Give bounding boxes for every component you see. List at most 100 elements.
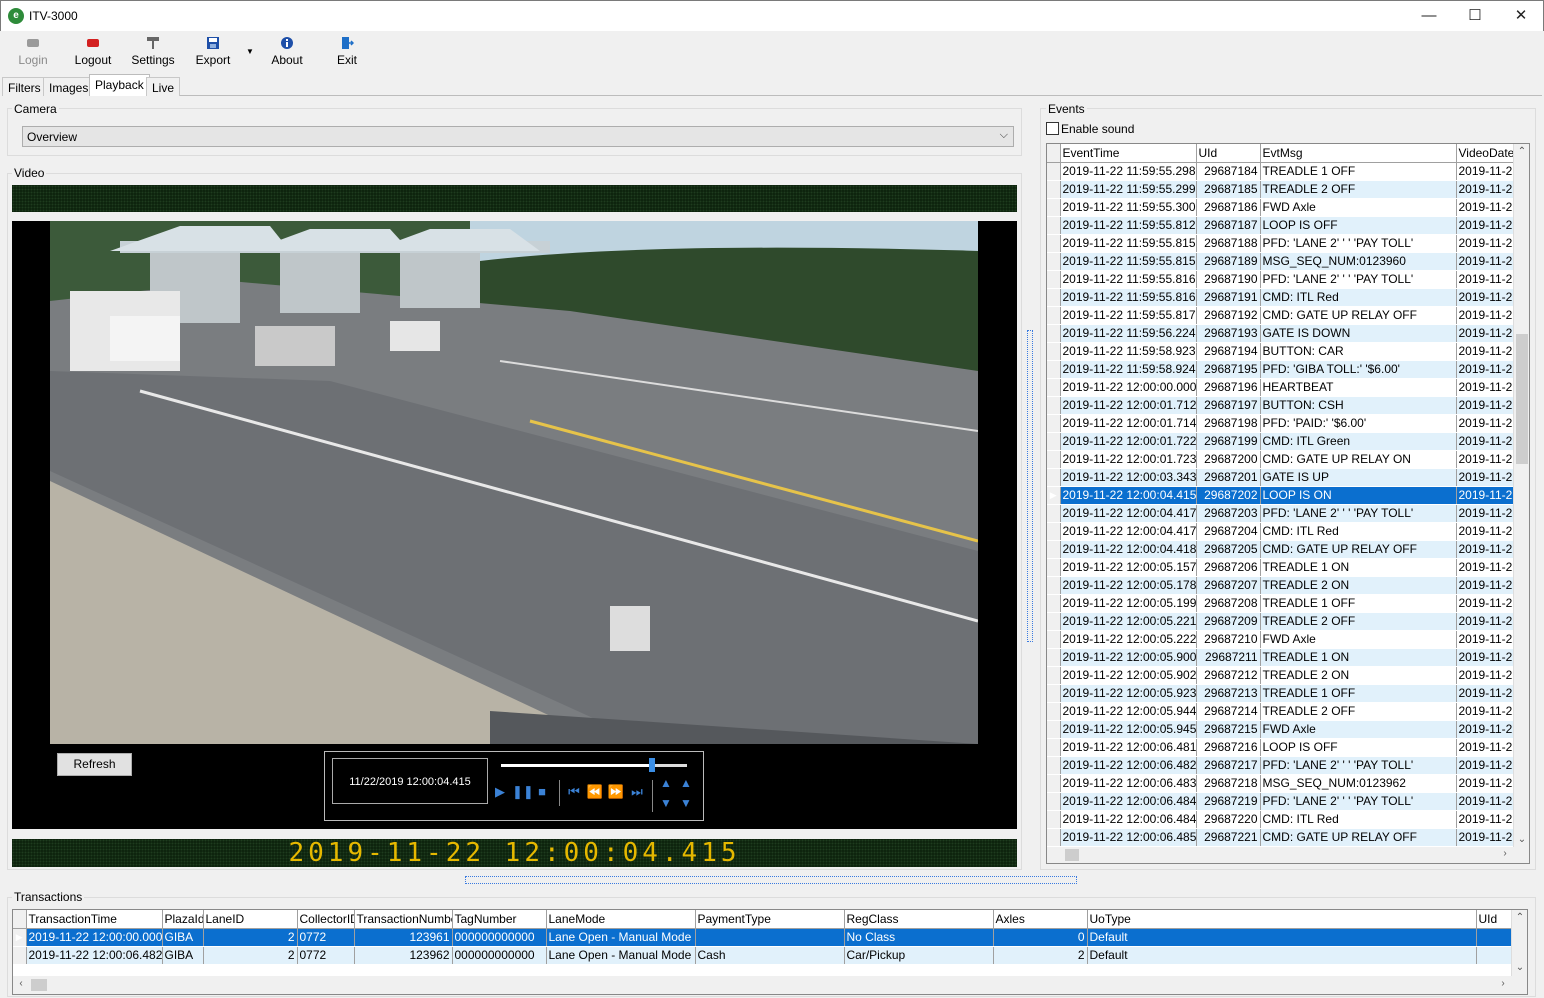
row-header[interactable] bbox=[13, 946, 27, 965]
row-header[interactable] bbox=[1047, 720, 1061, 739]
column-header-tagnumber[interactable]: TagNumber bbox=[452, 910, 547, 929]
row-header[interactable] bbox=[1047, 234, 1061, 253]
minimize-button[interactable]: — bbox=[1406, 1, 1452, 31]
event-row[interactable]: 2019-11-22 11:59:55.816 29687190 PFD: 'LAN… bbox=[1047, 270, 1529, 289]
event-row[interactable]: 2019-11-22 12:00:05.945 29687215 FWD Axle 2… bbox=[1047, 720, 1529, 739]
event-row[interactable]: 2019-11-22 12:00:06.484 29687220 CMD: ITL … bbox=[1047, 810, 1529, 829]
row-header[interactable] bbox=[1047, 756, 1061, 775]
scroll-right-icon[interactable]: › bbox=[1497, 848, 1513, 859]
row-header[interactable] bbox=[1047, 432, 1061, 451]
skip-start-icon[interactable]: ⏮ bbox=[565, 784, 583, 800]
transaction-row[interactable]: 2019-11-22 12:00:06.482 GIBA 2 0772 123962 00… bbox=[13, 946, 1514, 965]
exit-button[interactable]: Exit bbox=[330, 35, 364, 73]
close-button[interactable]: ✕ bbox=[1498, 1, 1544, 31]
skip-end-icon[interactable]: ⏭ bbox=[628, 784, 646, 800]
export-dropdown-icon[interactable]: ▼ bbox=[246, 47, 254, 56]
event-row[interactable]: 2019-11-22 11:59:55.815 29687189 MSG_SEQ_N… bbox=[1047, 252, 1529, 271]
tab-images[interactable]: Images bbox=[43, 77, 95, 96]
row-header[interactable] bbox=[1047, 324, 1061, 343]
event-row[interactable]: 2019-11-22 12:00:05.157 29687206 TREADLE 1… bbox=[1047, 558, 1529, 577]
row-header[interactable] bbox=[1047, 180, 1061, 199]
column-header-transactionnumber[interactable]: TransactionNumber bbox=[354, 910, 453, 929]
event-row[interactable]: 2019-11-22 12:00:06.481 29687216 LOOP IS O… bbox=[1047, 738, 1529, 757]
speed-down-icon[interactable]: ▼ bbox=[657, 796, 675, 810]
column-header-axles[interactable]: Axles bbox=[993, 910, 1088, 929]
row-header[interactable] bbox=[1047, 774, 1061, 793]
row-header[interactable] bbox=[1047, 738, 1061, 757]
column-header-uotype[interactable]: UoType bbox=[1087, 910, 1477, 929]
event-row[interactable]: 2019-11-22 12:00:05.923 29687213 TREADLE 1… bbox=[1047, 684, 1529, 703]
row-header[interactable] bbox=[1047, 414, 1061, 433]
h-scroll-thumb[interactable] bbox=[31, 979, 47, 991]
event-row[interactable]: ▶ 2019-11-22 12:00:04.415 29687202 LOOP IS … bbox=[1047, 486, 1529, 505]
event-row[interactable]: 2019-11-22 12:00:05.222 29687210 FWD Axle 2… bbox=[1047, 630, 1529, 649]
seek-bar[interactable] bbox=[501, 758, 687, 772]
row-header[interactable] bbox=[1047, 612, 1061, 631]
events-vertical-scrollbar[interactable]: ⌃ ⌄ bbox=[1513, 144, 1529, 847]
seek-thumb[interactable] bbox=[648, 758, 655, 772]
login-button[interactable]: Login bbox=[14, 35, 52, 73]
column-header-eventtime[interactable]: EventTime bbox=[1060, 144, 1197, 163]
row-header[interactable] bbox=[1047, 216, 1061, 235]
row-header[interactable]: ▶ bbox=[13, 928, 27, 947]
event-row[interactable]: 2019-11-22 12:00:05.944 29687214 TREADLE 2… bbox=[1047, 702, 1529, 721]
row-header[interactable] bbox=[1047, 558, 1061, 577]
event-row[interactable]: 2019-11-22 12:00:05.900 29687211 TREADLE 1… bbox=[1047, 648, 1529, 667]
row-header[interactable] bbox=[1047, 396, 1061, 415]
scroll-thumb[interactable] bbox=[1516, 334, 1528, 464]
event-row[interactable]: 2019-11-22 12:00:01.723 29687200 CMD: GATE… bbox=[1047, 450, 1529, 469]
camera-select[interactable]: Overview ⌵ bbox=[22, 126, 1014, 147]
tab-filters[interactable]: Filters bbox=[2, 77, 47, 96]
column-header-lanemode[interactable]: LaneMode bbox=[546, 910, 696, 929]
event-row[interactable]: 2019-11-22 11:59:55.815 29687188 PFD: 'LAN… bbox=[1047, 234, 1529, 253]
event-row[interactable]: 2019-11-22 11:59:55.816 29687191 CMD: ITL … bbox=[1047, 288, 1529, 307]
about-button[interactable]: About bbox=[268, 35, 306, 73]
vertical-splitter[interactable] bbox=[1027, 330, 1033, 642]
maximize-button[interactable]: ☐ bbox=[1452, 1, 1498, 31]
scroll-down-icon[interactable]: ⌄ bbox=[1514, 834, 1529, 845]
event-row[interactable]: 2019-11-22 12:00:01.722 29687199 CMD: ITL … bbox=[1047, 432, 1529, 451]
scroll-up-icon[interactable]: ⌃ bbox=[1514, 146, 1529, 157]
column-header-laneid[interactable]: LaneID bbox=[203, 910, 298, 929]
row-header[interactable] bbox=[1047, 540, 1061, 559]
column-header-uid[interactable]: UId bbox=[1196, 144, 1261, 163]
row-header[interactable] bbox=[1047, 468, 1061, 487]
event-row[interactable]: 2019-11-22 12:00:03.343 29687201 GATE IS U… bbox=[1047, 468, 1529, 487]
row-header[interactable] bbox=[1047, 828, 1061, 847]
row-header[interactable] bbox=[1047, 630, 1061, 649]
speed-up-icon[interactable]: ▲ bbox=[657, 776, 675, 790]
row-header[interactable] bbox=[1047, 162, 1061, 181]
play-icon[interactable]: ▶ bbox=[491, 784, 509, 800]
row-header[interactable]: ▶ bbox=[1047, 486, 1061, 505]
enable-sound-checkbox[interactable] bbox=[1046, 122, 1059, 135]
event-row[interactable]: 2019-11-22 12:00:01.714 29687198 PFD: 'PAI… bbox=[1047, 414, 1529, 433]
event-row[interactable]: 2019-11-22 12:00:05.199 29687208 TREADLE 1… bbox=[1047, 594, 1529, 613]
row-header[interactable] bbox=[1047, 810, 1061, 829]
event-row[interactable]: 2019-11-22 12:00:04.417 29687204 CMD: ITL … bbox=[1047, 522, 1529, 541]
fast-forward-icon[interactable]: ⏩ bbox=[607, 784, 625, 800]
row-header[interactable] bbox=[1047, 522, 1061, 541]
transaction-row[interactable]: ▶ 2019-11-22 12:00:00.000 GIBA 2 0772 123961 0… bbox=[13, 928, 1514, 947]
column-header-plazaid[interactable]: PlazaId bbox=[162, 910, 204, 929]
scroll-down-icon[interactable]: ⌄ bbox=[1512, 962, 1527, 973]
event-row[interactable]: 2019-11-22 11:59:58.924 29687195 PFD: 'GIB… bbox=[1047, 360, 1529, 379]
tab-playback[interactable]: Playback bbox=[89, 74, 150, 96]
event-row[interactable]: 2019-11-22 12:00:05.178 29687207 TREADLE 2… bbox=[1047, 576, 1529, 595]
row-header[interactable] bbox=[1047, 306, 1061, 325]
events-horizontal-scrollbar[interactable]: › bbox=[1047, 847, 1529, 863]
row-header[interactable] bbox=[1047, 342, 1061, 361]
scroll-right-icon[interactable]: › bbox=[1495, 978, 1511, 989]
event-row[interactable]: 2019-11-22 12:00:06.482 29687217 PFD: 'LAN… bbox=[1047, 756, 1529, 775]
events-grid[interactable]: EventTime UId EvtMsg VideoDate 2019-11-2… bbox=[1046, 143, 1530, 864]
event-row[interactable]: 2019-11-22 11:59:56.224 29687193 GATE IS D… bbox=[1047, 324, 1529, 343]
row-header[interactable] bbox=[1047, 666, 1061, 685]
speed-down-alt-icon[interactable]: ▼ bbox=[677, 796, 695, 810]
speed-up-alt-icon[interactable]: ▲ bbox=[677, 776, 695, 790]
event-row[interactable]: 2019-11-22 11:59:55.298 29687184 TREADLE 1… bbox=[1047, 162, 1529, 181]
event-row[interactable]: 2019-11-22 12:00:05.902 29687212 TREADLE 2… bbox=[1047, 666, 1529, 685]
row-header[interactable] bbox=[1047, 648, 1061, 667]
event-row[interactable]: 2019-11-22 12:00:06.483 29687218 MSG_SEQ_N… bbox=[1047, 774, 1529, 793]
row-header[interactable] bbox=[1047, 594, 1061, 613]
row-header[interactable] bbox=[1047, 450, 1061, 469]
event-row[interactable]: 2019-11-22 11:59:55.299 29687185 TREADLE 2… bbox=[1047, 180, 1529, 199]
